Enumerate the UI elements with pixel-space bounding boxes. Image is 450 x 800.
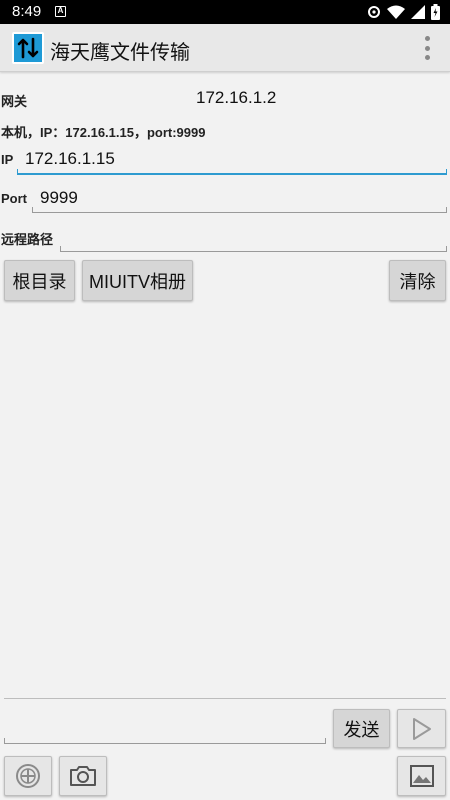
add-circle-icon	[16, 764, 40, 788]
send-arrow-button[interactable]	[397, 709, 446, 748]
log-area-divider	[4, 698, 446, 699]
gateway-value: 172.16.1.2	[196, 88, 277, 107]
play-arrow-icon	[412, 717, 431, 740]
ip-input[interactable]	[17, 169, 447, 175]
ip-label: IP	[1, 152, 14, 167]
status-icons	[367, 4, 440, 20]
status-time: 8:49	[12, 3, 42, 20]
image-icon	[409, 765, 434, 787]
remote-path-input[interactable]	[60, 246, 447, 252]
send-button[interactable]: 发送	[333, 709, 390, 748]
miuitv-album-button[interactable]: MIUITV相册	[82, 260, 193, 301]
camera-icon	[70, 766, 96, 786]
app-bar: 海天鹰文件传输	[0, 24, 450, 72]
gallery-button[interactable]	[397, 756, 446, 796]
local-info: 本机，IP：172.16.1.15，port:9999	[1, 125, 206, 140]
wifi-icon	[387, 5, 405, 19]
ip-input-value[interactable]: 172.16.1.15	[25, 149, 115, 169]
signal-icon	[411, 5, 425, 19]
port-input-value[interactable]: 9999	[40, 188, 78, 208]
port-input[interactable]	[32, 207, 447, 213]
app-logo-icon	[12, 32, 44, 64]
notification-icon: A	[55, 6, 66, 17]
gateway-label: 网关	[1, 94, 28, 109]
add-button[interactable]	[4, 756, 52, 796]
root-directory-button[interactable]: 根目录	[4, 260, 75, 301]
overflow-menu-icon[interactable]	[424, 36, 430, 60]
settings-gear-icon	[368, 6, 380, 18]
camera-button[interactable]	[59, 756, 107, 796]
app-title: 海天鹰文件传输	[50, 42, 190, 64]
clear-button[interactable]: 清除	[389, 260, 446, 301]
status-bar: 8:49 A	[0, 0, 450, 24]
remote-path-label: 远程路径	[1, 232, 54, 247]
message-input[interactable]	[4, 738, 326, 744]
port-label: Port	[1, 191, 27, 206]
battery-icon	[431, 4, 440, 20]
